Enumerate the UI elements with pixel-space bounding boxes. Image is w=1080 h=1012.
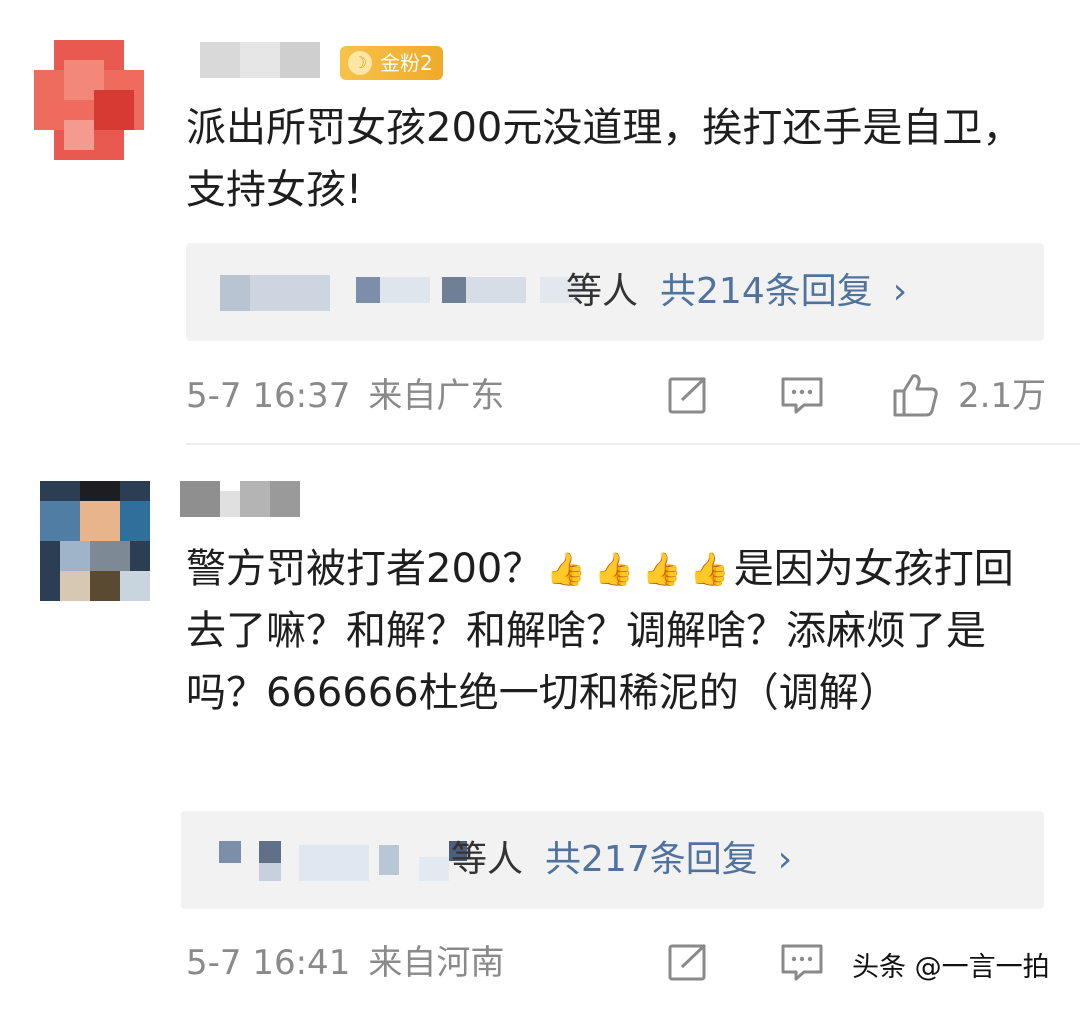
replier-names-blurred — [220, 273, 580, 313]
avatar[interactable] — [34, 40, 144, 160]
share-square-icon[interactable] — [667, 942, 709, 982]
timestamp: 5-7 16:37 — [186, 376, 351, 416]
comment-text-part-1: 警方罚被打者200？ — [186, 546, 543, 592]
reply-others: 等人 — [566, 271, 639, 312]
comment-1: ☽ 金粉2 派出所罚女孩200元没道理，挨打还手是自卫，支持女孩! 等人 共214… — [0, 0, 1080, 445]
like-count: 2.1万 — [958, 376, 1047, 416]
reply-others: 等人 — [451, 839, 524, 880]
comment-meta: 5-7 16:37 来自广东 — [186, 371, 504, 421]
comment-text: 派出所罚女孩200元没道理，挨打还手是自卫，支持女孩! — [186, 105, 1023, 213]
username-blurred[interactable] — [200, 42, 320, 78]
replier-names-blurred — [219, 841, 467, 881]
location: 来自广东 — [368, 376, 505, 416]
thumbs-up-emoji: 👍 — [594, 550, 635, 588]
reply-line: 等人 共214条回复 › — [566, 267, 907, 317]
badge-label: 金粉2 — [380, 51, 433, 75]
reply-summary[interactable]: 等人 共217条回复 › — [181, 811, 1044, 909]
reply-line: 等人 共217条回复 › — [451, 835, 792, 885]
fan-level-icon: ☽ — [348, 51, 372, 75]
chevron-right-icon: › — [777, 839, 793, 880]
fan-badge: ☽ 金粉2 — [340, 46, 443, 80]
share-square-icon[interactable] — [667, 375, 709, 415]
timestamp: 5-7 16:41 — [186, 943, 351, 983]
username-blurred[interactable] — [180, 481, 300, 517]
avatar[interactable] — [40, 481, 150, 601]
comment-text: 警方罚被打者200？ 👍 👍 👍 👍 是因为女孩打回去了嘛？和解？和解啥？调解啥？添麻烦了… — [186, 538, 1046, 724]
thumbs-up-emoji: 👍 — [642, 550, 682, 588]
comment-meta: 5-7 16:41 来自河南 — [186, 938, 504, 988]
thumbs-up-emoji: 👍 — [689, 550, 730, 588]
thumbs-up-emoji: 👍 — [546, 550, 587, 588]
thumbs-up-icon[interactable] — [891, 372, 939, 418]
watermark: 头条 @一言一拍 — [852, 952, 1050, 983]
comment-2: 警方罚被打者200？ 👍 👍 👍 👍 是因为女孩打回去了嘛？和解？和解啥？调解啥？添麻烦了… — [0, 445, 1080, 1012]
comment-bubble-icon[interactable] — [780, 375, 824, 415]
reply-count-link[interactable]: 共217条回复 — [545, 839, 758, 880]
reply-count-link[interactable]: 共214条回复 — [660, 271, 873, 312]
chevron-right-icon: › — [892, 271, 908, 312]
location: 来自河南 — [368, 943, 505, 983]
comment-bubble-icon[interactable] — [780, 942, 824, 982]
reply-summary[interactable]: 等人 共214条回复 › — [186, 243, 1044, 341]
